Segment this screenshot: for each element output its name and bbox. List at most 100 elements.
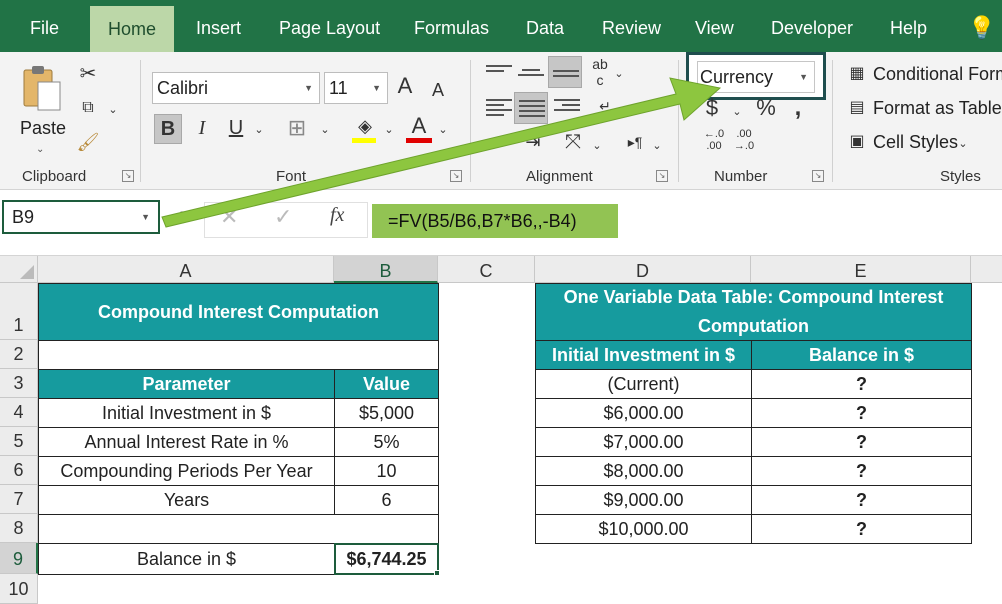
orientation-dropdown-chevron-icon[interactable]: ⌄	[612, 60, 626, 88]
table1-value-cell[interactable]: 6	[334, 485, 439, 515]
align-middle-icon[interactable]	[518, 66, 544, 88]
font-size-select[interactable]: 11 ▼	[324, 72, 388, 104]
comma-style-icon[interactable]: ,	[790, 94, 806, 122]
table1-value-cell[interactable]: $5,000	[334, 398, 439, 428]
accounting-dropdown-chevron-icon[interactable]: ⌄	[730, 98, 744, 126]
row-header-8[interactable]: 8	[0, 514, 38, 543]
table2-header-investment[interactable]: Initial Investment in $	[535, 340, 752, 370]
text-direction-dropdown-chevron-icon[interactable]: ⌄	[650, 132, 664, 160]
borders-icon[interactable]: ⊞	[284, 114, 310, 142]
increase-font-size-icon[interactable]: A	[394, 72, 416, 100]
name-box[interactable]: B9 ▼	[2, 200, 160, 234]
copy-dropdown-chevron-icon[interactable]: ⌄	[104, 96, 122, 124]
column-header-c[interactable]: C	[438, 256, 535, 283]
row-header-5[interactable]: 5	[0, 427, 38, 456]
column-header-b[interactable]: B	[334, 256, 438, 283]
italic-icon[interactable]: I	[190, 114, 214, 142]
row-header-6[interactable]: 6	[0, 456, 38, 485]
decrease-indent-icon[interactable]: ⇤	[486, 128, 512, 156]
table2-balance-cell[interactable]: ?	[751, 398, 972, 428]
table1-param-cell[interactable]: Compounding Periods Per Year	[38, 456, 335, 486]
row-header-10[interactable]: 10	[0, 574, 38, 604]
table2-balance-cell[interactable]: ?	[751, 485, 972, 515]
underline-dropdown-chevron-icon[interactable]: ⌄	[252, 116, 266, 144]
tab-data[interactable]: Data	[526, 0, 564, 52]
table2-title-cell[interactable]: One Variable Data Table: Compound Intere…	[535, 283, 972, 341]
tab-developer[interactable]: Developer	[771, 0, 853, 52]
tab-file[interactable]: File	[30, 0, 59, 52]
merge-center-icon[interactable]: ⤧	[560, 128, 586, 156]
row-header-1[interactable]: 1	[0, 283, 38, 340]
table2-balance-cell[interactable]: ?	[751, 369, 972, 399]
align-bottom-button[interactable]	[548, 56, 582, 88]
align-left-icon[interactable]	[486, 96, 512, 118]
tab-page-layout[interactable]: Page Layout	[279, 0, 380, 52]
paste-button[interactable]: Paste ⌄	[14, 60, 70, 162]
orientation-icon[interactable]: ab c	[588, 56, 612, 88]
empty-cell[interactable]	[38, 340, 439, 370]
cut-icon[interactable]: ✂	[74, 60, 102, 88]
fill-color-icon[interactable]: ◈	[352, 112, 378, 140]
insert-function-icon[interactable]: fx	[330, 204, 344, 227]
alignment-launcher-icon[interactable]: ↘	[656, 170, 668, 182]
empty-cell[interactable]	[38, 514, 439, 544]
bold-icon[interactable]: B	[154, 114, 182, 144]
table1-param-cell[interactable]: Years	[38, 485, 335, 515]
table2-investment-cell[interactable]: (Current)	[535, 369, 752, 399]
number-launcher-icon[interactable]: ↘	[812, 170, 824, 182]
formula-input[interactable]: =FV(B5/B6,B7*B6,,-B4)	[372, 204, 618, 238]
number-format-select[interactable]: Currency ▼	[686, 52, 826, 100]
table1-header-value[interactable]: Value	[334, 369, 439, 399]
table2-investment-cell[interactable]: $8,000.00	[535, 456, 752, 486]
row-header-7[interactable]: 7	[0, 485, 38, 514]
increase-decimal-icon[interactable]: ←.0.00	[700, 128, 728, 152]
tab-view[interactable]: View	[695, 0, 734, 52]
tab-review[interactable]: Review	[602, 0, 661, 52]
tab-insert[interactable]: Insert	[196, 0, 241, 52]
select-all-corner[interactable]	[0, 256, 38, 283]
table1-header-parameter[interactable]: Parameter	[38, 369, 335, 399]
clipboard-launcher-icon[interactable]: ↘	[122, 170, 134, 182]
font-color-dropdown-chevron-icon[interactable]: ⌄	[436, 116, 450, 144]
font-name-select[interactable]: Calibri ▼	[152, 72, 320, 104]
accounting-format-icon[interactable]: $	[702, 94, 722, 122]
tab-home[interactable]: Home	[90, 6, 175, 52]
tab-help[interactable]: Help	[890, 0, 927, 52]
font-launcher-icon[interactable]: ↘	[450, 170, 462, 182]
fill-handle[interactable]	[434, 570, 440, 576]
enter-check-icon[interactable]: ✓	[274, 204, 292, 230]
table1-value-cell[interactable]: 5%	[334, 427, 439, 457]
row-header-9[interactable]: 9	[0, 543, 38, 574]
increase-indent-icon[interactable]: ⇥	[520, 128, 546, 156]
format-painter-icon[interactable]: 🖌	[74, 128, 102, 156]
table2-investment-cell[interactable]: $10,000.00	[535, 514, 752, 544]
table2-header-balance[interactable]: Balance in $	[751, 340, 972, 370]
balance-value-cell-selected[interactable]: $6,744.25	[334, 543, 439, 575]
decrease-font-size-icon[interactable]: A	[428, 76, 448, 104]
merge-dropdown-chevron-icon[interactable]: ⌄	[590, 132, 604, 160]
table1-param-cell[interactable]: Annual Interest Rate in %	[38, 427, 335, 457]
table2-investment-cell[interactable]: $7,000.00	[535, 427, 752, 457]
row-header-2[interactable]: 2	[0, 340, 38, 369]
copy-icon[interactable]: ⧉	[74, 94, 102, 122]
borders-dropdown-chevron-icon[interactable]: ⌄	[318, 116, 332, 144]
table1-param-cell[interactable]: Initial Investment in $	[38, 398, 335, 428]
table2-balance-cell[interactable]: ?	[751, 427, 972, 457]
column-header-d[interactable]: D	[535, 256, 751, 283]
cell-styles-button[interactable]: ▣ Cell Styles ⌄	[846, 130, 1002, 156]
table2-investment-cell[interactable]: $9,000.00	[535, 485, 752, 515]
align-right-icon[interactable]	[554, 96, 581, 118]
tab-formulas[interactable]: Formulas	[414, 0, 489, 52]
wrap-text-icon[interactable]: ↵	[592, 92, 618, 120]
balance-label-cell[interactable]: Balance in $	[38, 543, 335, 575]
row-header-4[interactable]: 4	[0, 398, 38, 427]
column-header-a[interactable]: A	[38, 256, 334, 283]
decrease-decimal-icon[interactable]: .00 →.0	[730, 128, 758, 152]
table1-title-cell[interactable]: Compound Interest Computation	[38, 283, 439, 341]
format-as-table-button[interactable]: ▤ Format as Table	[846, 96, 1002, 122]
conditional-formatting-button[interactable]: ▦ Conditional Form	[846, 62, 1002, 88]
align-top-icon[interactable]	[486, 62, 512, 84]
row-header-3[interactable]: 3	[0, 369, 38, 398]
fill-color-dropdown-chevron-icon[interactable]: ⌄	[382, 116, 396, 144]
column-header-e[interactable]: E	[751, 256, 971, 283]
